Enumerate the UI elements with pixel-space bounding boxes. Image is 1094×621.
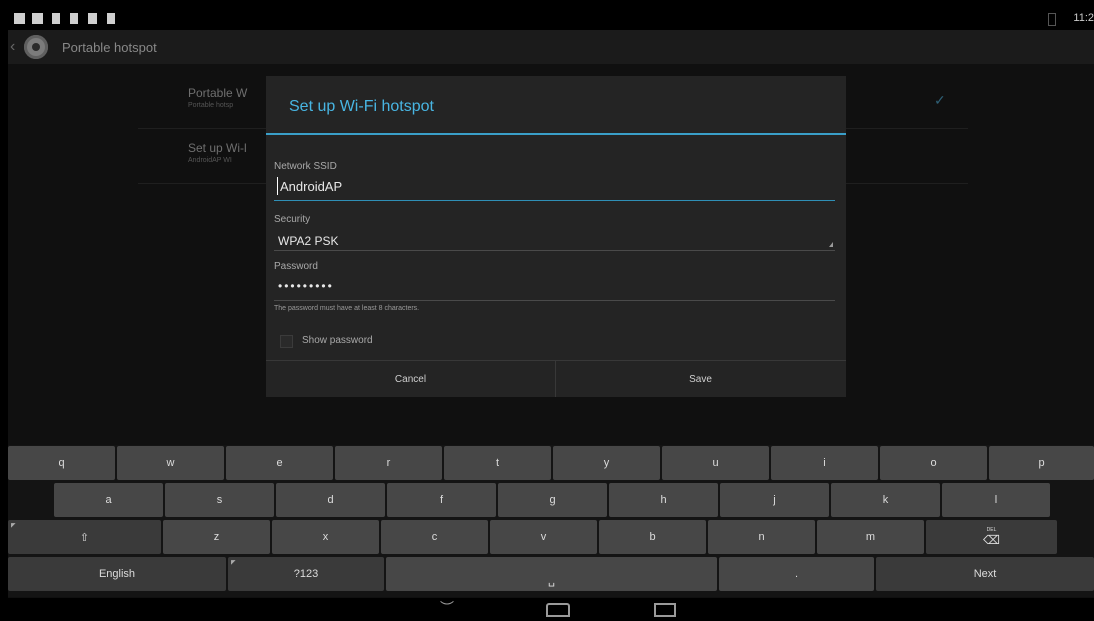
security-underline: [274, 250, 835, 251]
next-key[interactable]: Next: [876, 557, 1094, 591]
delete-key[interactable]: DEL ⌫: [926, 520, 1057, 554]
key-e[interactable]: e: [226, 446, 333, 480]
key-z[interactable]: z: [163, 520, 270, 554]
password-label: Password: [274, 261, 318, 272]
title-divider: [266, 133, 846, 135]
shift-key[interactable]: ◤ ⇧: [8, 520, 161, 554]
key-g[interactable]: g: [498, 483, 607, 517]
notification-icon: [107, 13, 115, 24]
key-h[interactable]: h: [609, 483, 718, 517]
password-underline: [274, 300, 835, 301]
soft-keyboard: q w e r t y u i o p a s d f g h j k l ◤ …: [8, 445, 1094, 597]
key-x[interactable]: x: [272, 520, 379, 554]
dialog-title: Set up Wi-Fi hotspot: [289, 98, 434, 115]
back-caret-icon[interactable]: ‹: [10, 38, 15, 56]
key-o[interactable]: o: [880, 446, 987, 480]
key-l[interactable]: l: [942, 483, 1050, 517]
keyboard-row-1: q w e r t y u i o p: [8, 446, 1094, 480]
status-time: 11:2: [1073, 12, 1094, 24]
key-v[interactable]: v: [490, 520, 597, 554]
show-password-checkbox[interactable]: [280, 335, 293, 348]
key-a[interactable]: a: [54, 483, 163, 517]
navigation-bar: ︶: [8, 598, 1094, 621]
back-icon[interactable]: ︶: [440, 598, 454, 618]
security-select[interactable]: WPA2 PSK: [278, 234, 338, 248]
keyboard-row-3: ◤ ⇧ z x c v b n m DEL ⌫: [8, 520, 1094, 554]
security-label: Security: [274, 214, 311, 225]
android-screen: 11:2 ‹ Portable hotspot Portable W Porta…: [8, 8, 1094, 621]
dropdown-arrow-icon: [829, 242, 833, 247]
key-w[interactable]: w: [117, 446, 224, 480]
key-s[interactable]: s: [165, 483, 274, 517]
key-n[interactable]: n: [708, 520, 815, 554]
page-title: Portable hotspot: [62, 40, 157, 55]
cancel-button[interactable]: Cancel: [266, 361, 555, 397]
battery-icon: [1048, 13, 1056, 26]
item-title: Portable W: [188, 86, 248, 100]
text-cursor: [277, 177, 278, 195]
sd-card-icon: [70, 13, 78, 24]
settings-gear-icon[interactable]: [24, 35, 48, 59]
password-hint: The password must have at least 8 charac…: [274, 305, 420, 312]
key-i[interactable]: i: [771, 446, 878, 480]
key-hint-icon: ◤: [11, 523, 16, 529]
key-u[interactable]: u: [662, 446, 769, 480]
status-bar: 11:2: [8, 8, 1094, 30]
ssid-input-underline: [274, 200, 835, 201]
key-b[interactable]: b: [599, 520, 706, 554]
key-c[interactable]: c: [381, 520, 488, 554]
space-key[interactable]: ␣: [386, 557, 717, 591]
item-title: Set up Wi-l: [188, 141, 247, 155]
portable-wifi-hotspot-item: Portable W Portable hotsp: [188, 86, 247, 109]
sd-card-icon: [52, 13, 60, 24]
key-p[interactable]: p: [989, 446, 1094, 480]
setup-wifi-hotspot-item: Set up Wi-l AndroidAP WI: [188, 141, 247, 164]
key-k[interactable]: k: [831, 483, 940, 517]
symbols-key-label: ?123: [293, 568, 319, 580]
action-bar: ‹ Portable hotspot: [8, 30, 1094, 64]
usb-icon: [88, 13, 97, 24]
key-q[interactable]: q: [8, 446, 115, 480]
item-subtitle: AndroidAP WI: [188, 157, 232, 164]
symbols-key[interactable]: ◤ ?123: [228, 557, 384, 591]
item-subtitle: Portable hotsp: [188, 102, 234, 109]
download-icon: [32, 13, 43, 24]
key-y[interactable]: y: [553, 446, 660, 480]
keyboard-row-2: a s d f g h j k l: [8, 483, 1094, 517]
key-m[interactable]: m: [817, 520, 924, 554]
recent-apps-icon[interactable]: [654, 603, 676, 617]
key-r[interactable]: r: [335, 446, 442, 480]
backspace-icon: ⌫: [983, 533, 1000, 547]
notification-icon: [14, 13, 25, 24]
key-hint-icon: ◤: [231, 560, 236, 566]
keyboard-row-4: English ◤ ?123 ␣ . Next: [8, 557, 1094, 591]
shift-icon: ⇧: [79, 531, 90, 544]
checkmark-icon: ✓: [934, 92, 946, 108]
space-icon: ␣: [548, 575, 555, 587]
key-j[interactable]: j: [720, 483, 829, 517]
ssid-input[interactable]: AndroidAP: [280, 179, 342, 194]
key-f[interactable]: f: [387, 483, 496, 517]
setup-hotspot-dialog: Set up Wi-Fi hotspot Network SSID Androi…: [266, 76, 846, 397]
password-input[interactable]: •••••••••: [278, 279, 334, 293]
key-t[interactable]: t: [444, 446, 551, 480]
home-icon[interactable]: [546, 603, 570, 617]
save-button[interactable]: Save: [556, 361, 845, 397]
key-period[interactable]: .: [719, 557, 874, 591]
key-d[interactable]: d: [276, 483, 385, 517]
ssid-label: Network SSID: [274, 161, 337, 172]
show-password-label[interactable]: Show password: [302, 335, 373, 346]
language-key[interactable]: English: [8, 557, 226, 591]
